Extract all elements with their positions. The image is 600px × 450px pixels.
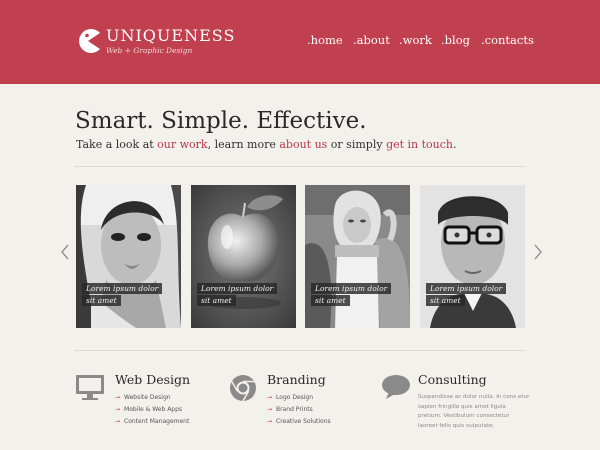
list-item[interactable]: → Mobile & Web Apps	[115, 404, 189, 416]
our-work-link[interactable]: our work	[157, 138, 207, 151]
tile-caption: Lorem ipsum dolor	[311, 283, 392, 294]
about-us-link[interactable]: about us	[279, 138, 327, 151]
tile-caption: sit amet	[197, 295, 236, 306]
divider	[75, 350, 525, 351]
arrow-bullet-icon: →	[267, 406, 273, 413]
tile-caption: Lorem ipsum dolor	[82, 283, 163, 294]
service-list-branding: → Logo Design → Brand Prints → Creative Sol…	[267, 392, 331, 428]
gallery-tile[interactable]: Lorem ipsum dolor sit amet	[305, 185, 410, 328]
gallery-tile[interactable]: Lorem ipsum dolor sit amet	[420, 185, 525, 328]
tile-caption: Lorem ipsum dolor	[197, 283, 278, 294]
subline-text: or simply	[327, 138, 387, 151]
service-description-consulting: Suspendisse ac dolor nulla. In cons etur…	[418, 394, 530, 429]
gallery-tile[interactable]: Lorem ipsum dolor sit amet	[191, 185, 296, 328]
service-title-consulting[interactable]: Consulting	[418, 372, 487, 387]
arrow-bullet-icon: →	[115, 418, 121, 425]
monitor-icon	[76, 375, 104, 400]
woman-portrait-image	[76, 185, 181, 328]
list-item[interactable]: → Website Design	[115, 392, 189, 404]
arrow-bullet-icon: →	[115, 406, 121, 413]
arrow-bullet-icon: →	[115, 394, 121, 401]
list-item-label: Website Design	[124, 394, 171, 401]
chevron-right-icon[interactable]	[532, 244, 544, 260]
page-headline: Smart. Simple. Effective.	[75, 108, 367, 134]
list-item[interactable]: → Creative Solutions	[267, 416, 331, 428]
tile-caption: sit amet	[311, 295, 350, 306]
glass-apple-image	[191, 185, 296, 328]
divider	[75, 166, 525, 167]
subline-text: Take a look at	[76, 138, 158, 151]
get-in-touch-link[interactable]: get in touch	[386, 138, 453, 151]
nav-home[interactable]: .home	[307, 33, 343, 47]
list-item[interactable]: → Brand Prints	[267, 404, 331, 416]
list-item-label: Creative Solutions	[276, 418, 331, 425]
service-list-web-design: → Website Design → Mobile & Web Apps → Cont…	[115, 392, 189, 428]
subline-text: .	[453, 138, 457, 151]
blonde-woman-image	[305, 185, 410, 328]
nav-work[interactable]: .work	[399, 33, 432, 47]
service-title-branding[interactable]: Branding	[267, 372, 326, 387]
man-with-glasses-image	[420, 185, 525, 328]
main-nav: .home .about .work .blog .contacts	[0, 33, 600, 49]
tile-caption: sit amet	[82, 295, 121, 306]
nav-blog[interactable]: .blog	[441, 33, 470, 47]
list-item-label: Logo Design	[276, 394, 314, 401]
site-header: UNIQUENESS Web + Graphic Design .home .a…	[0, 0, 600, 84]
nav-contacts[interactable]: .contacts	[481, 33, 534, 47]
chevron-left-icon[interactable]	[59, 244, 71, 260]
arrow-bullet-icon: →	[267, 418, 273, 425]
tile-caption: sit amet	[426, 295, 465, 306]
speech-bubble-icon	[382, 375, 410, 399]
list-item[interactable]: → Content Management	[115, 416, 189, 428]
arrow-bullet-icon: →	[267, 394, 273, 401]
subline-text: , learn more	[207, 138, 280, 151]
nav-about[interactable]: .about	[353, 33, 390, 47]
chrome-wheel-icon	[230, 375, 256, 402]
list-item-label: Brand Prints	[276, 406, 313, 413]
list-item[interactable]: → Logo Design	[267, 392, 331, 404]
hero-subline: Take a look at our work, learn more abou…	[76, 138, 457, 151]
gallery-tile[interactable]: Lorem ipsum dolor sit amet	[76, 185, 181, 328]
list-item-label: Content Management	[124, 418, 190, 425]
list-item-label: Mobile & Web Apps	[124, 406, 183, 413]
service-title-web-design[interactable]: Web Design	[115, 372, 190, 387]
tile-caption: Lorem ipsum dolor	[426, 283, 507, 294]
